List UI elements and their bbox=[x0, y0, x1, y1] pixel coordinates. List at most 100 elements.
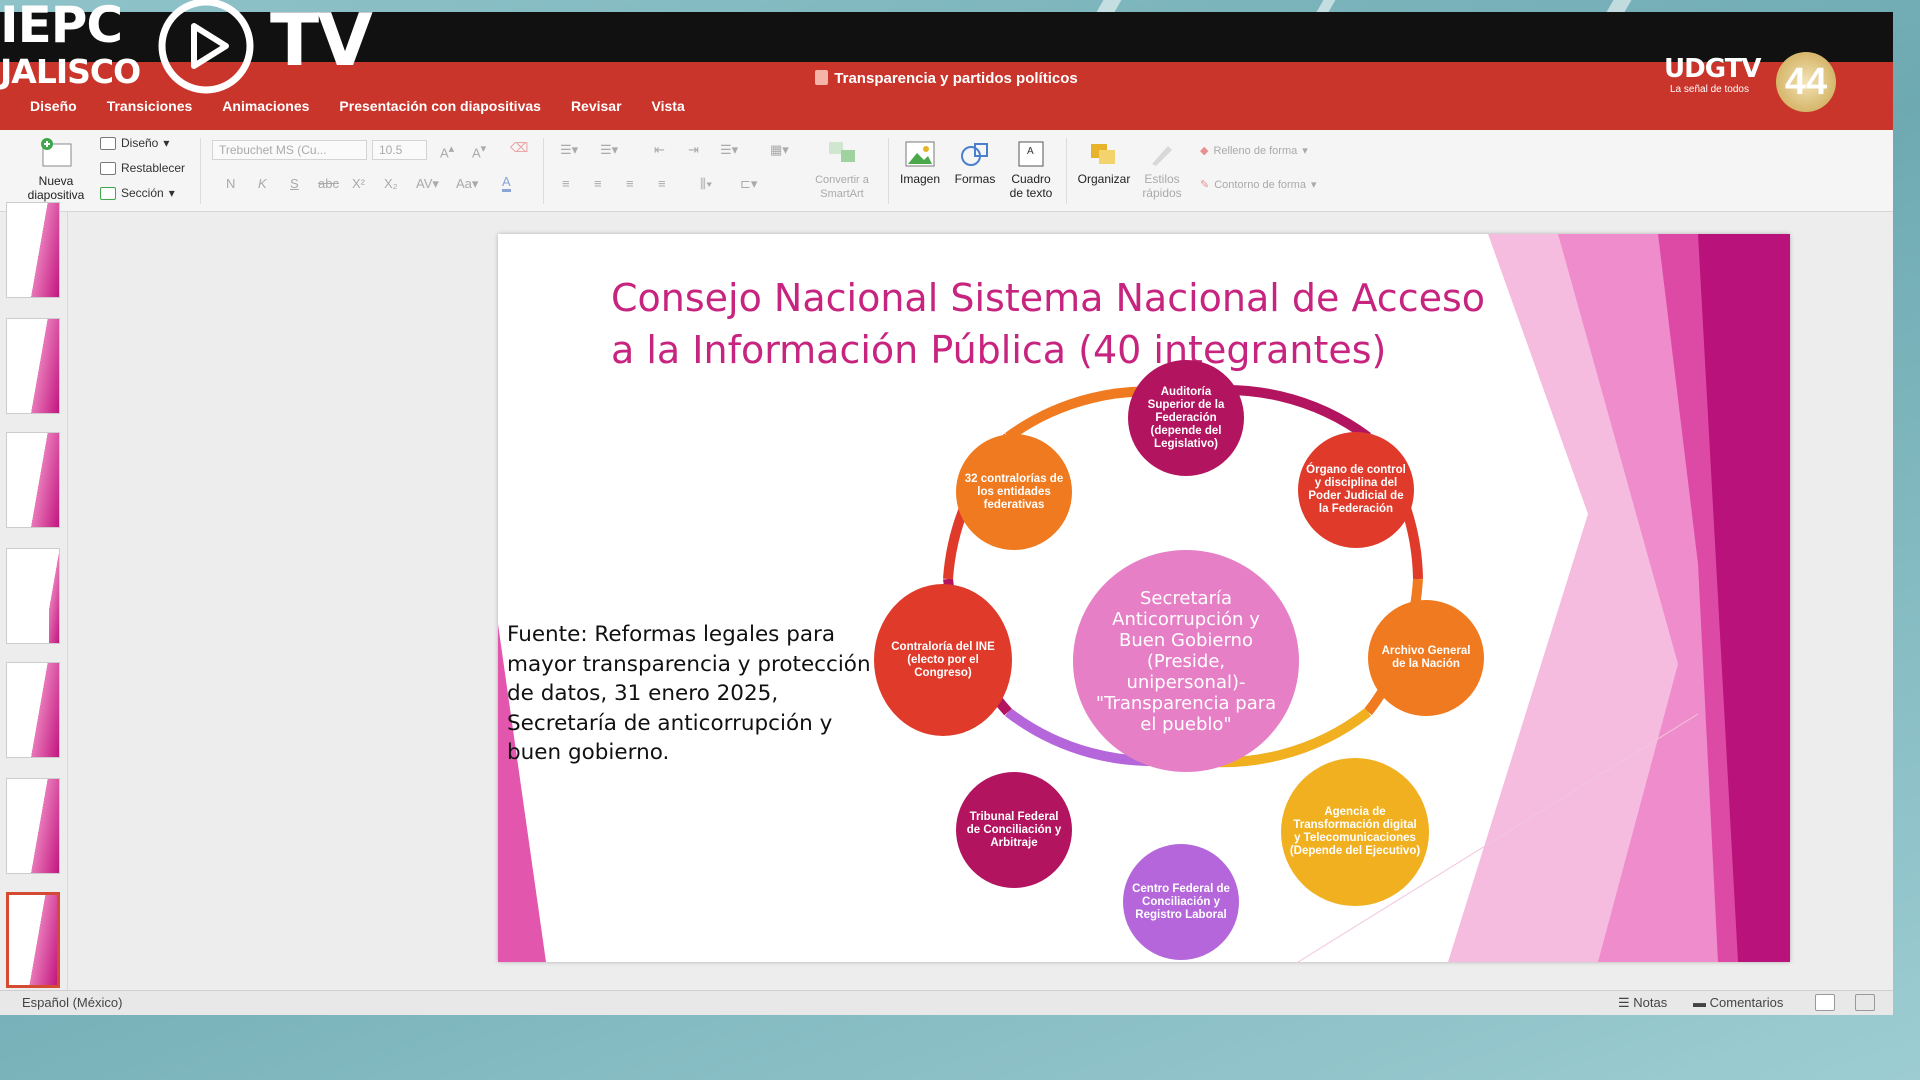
tab-transitions[interactable]: Transiciones bbox=[107, 98, 193, 114]
superscript-button[interactable]: X² bbox=[352, 176, 365, 191]
channel-badge: 44 bbox=[1776, 52, 1836, 112]
reset-icon bbox=[100, 161, 116, 175]
quick-styles-icon bbox=[1152, 146, 1172, 166]
ribbon: Nueva diapositiva Diseño ▾ Restablecer Se… bbox=[0, 130, 1893, 212]
slide-thumbnail[interactable] bbox=[6, 432, 60, 528]
slide-thumbnail[interactable] bbox=[6, 662, 60, 758]
convert-smartart-button[interactable]: Convertir a SmartArt bbox=[800, 138, 884, 200]
cycle-node[interactable]: Auditoría Superior de la Federación (dep… bbox=[1128, 360, 1244, 476]
slide-sorter-button[interactable] bbox=[1855, 994, 1875, 1011]
image-button[interactable]: Imagen bbox=[892, 140, 948, 186]
notes-button[interactable]: ☰ Notas bbox=[1618, 995, 1667, 1011]
textbox-label: Cuadro de texto bbox=[1009, 172, 1053, 200]
cycle-node[interactable]: 32 contralorías de los entidades federat… bbox=[956, 434, 1072, 550]
numbering-button[interactable]: ☰▾ bbox=[600, 142, 618, 158]
cycle-node[interactable]: Centro Federal de Conciliación y Registr… bbox=[1123, 844, 1239, 960]
increase-indent-button[interactable]: ⇥ bbox=[688, 142, 699, 158]
image-icon bbox=[905, 141, 935, 167]
notes-icon: ☰ bbox=[1618, 995, 1634, 1010]
powerpoint-doc-icon bbox=[815, 70, 829, 85]
text-direction-button[interactable]: ⫼▾ bbox=[700, 176, 712, 192]
logo-text: IEPC bbox=[0, 0, 123, 54]
svg-text:A: A bbox=[1027, 146, 1034, 157]
play-icon bbox=[158, 0, 254, 94]
cycle-node[interactable]: Agencia de Transformación digital y Tele… bbox=[1281, 758, 1429, 906]
layout-button[interactable]: Diseño ▾ bbox=[100, 136, 169, 150]
slide-thumbnail-selected[interactable] bbox=[6, 892, 60, 988]
logo-text: TV bbox=[270, 0, 373, 82]
tab-design[interactable]: Diseño bbox=[30, 98, 77, 114]
status-bar: Español (México) ☰ Notas ▬ Comentarios bbox=[0, 990, 1893, 1015]
image-label: Imagen bbox=[899, 172, 941, 186]
clear-format-icon[interactable]: ⌫ bbox=[510, 140, 528, 156]
shape-fill-label: Relleno de forma bbox=[1213, 144, 1298, 157]
strikethrough-button[interactable]: abc bbox=[318, 176, 339, 191]
layout-label: Diseño bbox=[121, 136, 159, 150]
new-slide-button[interactable]: Nueva diapositiva bbox=[22, 138, 90, 202]
subscript-button[interactable]: X₂ bbox=[384, 176, 398, 191]
new-slide-icon bbox=[41, 138, 72, 167]
logo-text: UDGTV bbox=[1664, 54, 1761, 84]
powerpoint-window: Transparencia y partidos políticos Diseñ… bbox=[0, 12, 1893, 1015]
center-node[interactable]: Secretaría Anticorrupción y Buen Gobiern… bbox=[1073, 550, 1299, 772]
arrange-label: Organizar bbox=[1077, 172, 1131, 186]
convert-smartart-label: Convertir a SmartArt bbox=[815, 174, 869, 200]
section-button[interactable]: Sección ▾ bbox=[100, 186, 175, 200]
layout-icon bbox=[100, 136, 116, 150]
cycle-node[interactable]: Tribunal Federal de Conciliación y Arbit… bbox=[956, 772, 1072, 888]
bullets-button[interactable]: ☰▾ bbox=[560, 142, 578, 158]
cycle-node[interactable]: Contraloría del INE (electo por el Congr… bbox=[874, 584, 1012, 736]
slide-canvas[interactable]: Consejo Nacional Sistema Nacional de Acc… bbox=[498, 234, 1790, 962]
logo-text: JALISCO bbox=[0, 52, 141, 91]
columns-button[interactable]: ▦▾ bbox=[770, 142, 789, 158]
cycle-node[interactable]: Archivo General de la Nación bbox=[1368, 600, 1484, 716]
pen-icon: ✎ bbox=[1200, 179, 1210, 191]
normal-view-button[interactable] bbox=[1815, 994, 1835, 1011]
reset-button[interactable]: Restablecer bbox=[100, 161, 185, 175]
shape-fill-button[interactable]: ◆ Relleno de forma ▾ bbox=[1200, 144, 1308, 158]
chevron-down-icon: ▾ bbox=[168, 186, 175, 200]
shape-outline-button[interactable]: ✎ Contorno de forma ▾ bbox=[1200, 178, 1316, 192]
comments-button[interactable]: ▬ Comentarios bbox=[1693, 995, 1783, 1010]
font-name-dropdown[interactable]: Trebuchet MS (Cu... bbox=[212, 140, 367, 160]
textbox-button[interactable]: A Cuadro de texto bbox=[1004, 140, 1058, 200]
cycle-node[interactable]: Órgano de control y disciplina del Poder… bbox=[1298, 432, 1414, 548]
align-left-button[interactable]: ≡ bbox=[562, 176, 570, 191]
shapes-button[interactable]: Formas bbox=[948, 140, 1002, 186]
quick-styles-button[interactable]: Estilos rápidos bbox=[1136, 140, 1188, 200]
quick-styles-label: Estilos rápidos bbox=[1142, 172, 1182, 200]
udgtv-logo: UDGTV La señal de todos 44 bbox=[1664, 52, 1836, 112]
tab-view[interactable]: Vista bbox=[652, 98, 685, 114]
change-case-button[interactable]: Aa▾ bbox=[456, 176, 478, 192]
slide-thumbnail[interactable] bbox=[6, 778, 60, 874]
comments-label: Comentarios bbox=[1709, 995, 1784, 1010]
font-size-dropdown[interactable]: 10.5 bbox=[372, 140, 427, 160]
align-center-button[interactable]: ≡ bbox=[594, 176, 602, 191]
bold-button[interactable]: N bbox=[226, 176, 235, 191]
smartart-icon bbox=[829, 142, 855, 162]
slide-thumbnail[interactable] bbox=[6, 202, 60, 298]
align-right-button[interactable]: ≡ bbox=[626, 176, 634, 191]
increase-font-button[interactable]: A▴ bbox=[440, 142, 454, 160]
line-spacing-button[interactable]: ☰▾ bbox=[720, 142, 738, 158]
arrange-icon bbox=[1091, 144, 1115, 164]
reset-label: Restablecer bbox=[121, 161, 186, 175]
tab-animations[interactable]: Animaciones bbox=[222, 98, 309, 114]
decrease-indent-button[interactable]: ⇤ bbox=[654, 142, 665, 158]
section-label: Sección bbox=[121, 186, 164, 200]
notes-label: Notas bbox=[1633, 995, 1668, 1010]
font-color-button[interactable]: A bbox=[502, 174, 511, 192]
tab-slideshow[interactable]: Presentación con diapositivas bbox=[339, 98, 541, 114]
tab-review[interactable]: Revisar bbox=[571, 98, 622, 114]
underline-button[interactable]: S bbox=[290, 176, 299, 191]
italic-button[interactable]: K bbox=[258, 176, 267, 191]
justify-button[interactable]: ≡ bbox=[658, 176, 666, 191]
chevron-down-icon: ▾ bbox=[163, 136, 170, 150]
align-text-button[interactable]: ⊏▾ bbox=[740, 176, 757, 192]
slide-thumbnail[interactable] bbox=[6, 318, 60, 414]
arrange-button[interactable]: Organizar bbox=[1070, 140, 1138, 186]
slide-thumbnail[interactable] bbox=[6, 548, 60, 644]
decrease-font-button[interactable]: A▾ bbox=[472, 142, 486, 160]
char-spacing-button[interactable]: AV▾ bbox=[416, 176, 439, 192]
language-indicator[interactable]: Español (México) bbox=[22, 995, 122, 1010]
